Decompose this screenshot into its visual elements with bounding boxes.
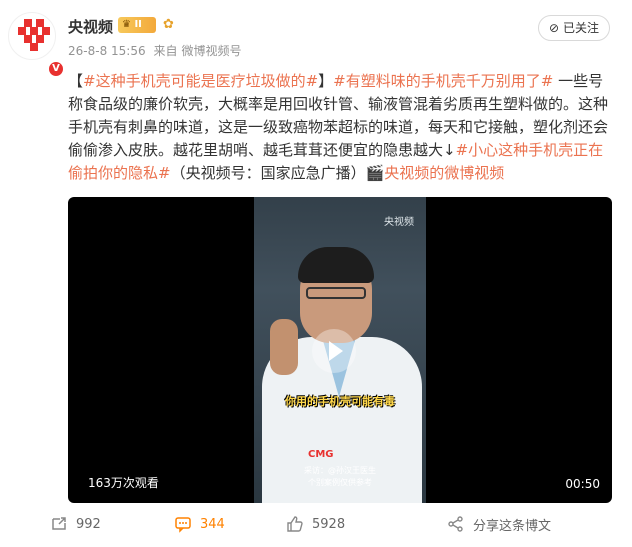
doctor-hair: [298, 247, 374, 283]
video-duration: 00:50: [565, 477, 600, 491]
video-subtitle: 采访：@孙汉王医生: [304, 466, 376, 475]
post-text: 【#这种手机壳可能是医疗垃圾做的#】#有塑料味的手机壳千万别用了# 一些号称食品…: [68, 70, 616, 185]
topic-link[interactable]: #这种手机壳可能是医疗垃圾做的#: [83, 72, 318, 90]
doctor-hand: [270, 319, 298, 375]
username[interactable]: 央视频: [68, 16, 113, 37]
cmg-logo: CMG: [308, 449, 334, 460]
comment-button[interactable]: 344: [174, 513, 225, 535]
view-count: 163万次观看: [88, 476, 159, 490]
share-post-button[interactable]: 分享这条博文: [447, 513, 551, 535]
check-icon: ⊘: [549, 21, 560, 35]
like-count: 5928: [312, 516, 346, 532]
video-source-link[interactable]: 🎬央视频的微博视频: [366, 164, 505, 182]
repost-button[interactable]: 992: [50, 513, 101, 535]
video-caption: 你用的手机壳可能有毒: [285, 395, 395, 408]
avatar[interactable]: V: [8, 12, 65, 78]
comment-count: 344: [200, 516, 225, 532]
verified-v-icon: V: [47, 60, 65, 78]
play-icon[interactable]: [312, 329, 356, 373]
cctv-logo-icon: [18, 19, 50, 51]
follow-button[interactable]: ⊘ 已关注: [538, 15, 610, 41]
fan-badge-icon[interactable]: ✿: [163, 17, 174, 32]
vip-badge[interactable]: ♛ II: [118, 17, 156, 33]
video-frame: 央视频 你用的手机壳可能有毒 CMG 采访：@孙汉王医生 个别案例仅供参考: [254, 197, 426, 503]
timestamp[interactable]: 26-8-8 15:56: [68, 44, 146, 58]
doctor-glasses: [306, 287, 366, 299]
post-meta: 26-8-8 15:56 来自 微博视频号: [68, 42, 245, 59]
share-icon: [448, 516, 463, 532]
video-player[interactable]: 央视频 你用的手机壳可能有毒 CMG 采访：@孙汉王医生 个别案例仅供参考 16…: [68, 197, 612, 503]
repost-count: 992: [76, 516, 101, 532]
action-bar: 992 344 5928 分享这条博文: [40, 509, 632, 539]
source-prefix: 来自: [153, 44, 178, 58]
thumbs-up-icon: [287, 516, 303, 532]
topic-link[interactable]: #有塑料味的手机壳千万别用了#: [333, 72, 553, 90]
video-subtitle: 个别案例仅供参考: [308, 478, 372, 487]
vip-level: II: [134, 19, 142, 30]
repost-icon: [52, 517, 66, 530]
weibo-post-card: V 央视频 ♛ II ✿ 26-8-8 15:56 来自 微博视频号 ⊘ 已关注 …: [0, 0, 632, 547]
text-segment: 【: [68, 72, 84, 90]
follow-label: 已关注: [562, 21, 599, 35]
share-post-label: 分享这条博文: [473, 518, 552, 534]
like-button[interactable]: 5928: [286, 513, 345, 535]
comment-icon: [175, 517, 191, 533]
source-link[interactable]: 微博视频号: [181, 44, 241, 58]
text-segment: 】: [318, 72, 334, 90]
crown-icon: ♛: [122, 19, 131, 30]
video-watermark: 央视频: [384, 217, 414, 228]
text-segment: （央视频号：国家应急广播）: [170, 164, 366, 182]
